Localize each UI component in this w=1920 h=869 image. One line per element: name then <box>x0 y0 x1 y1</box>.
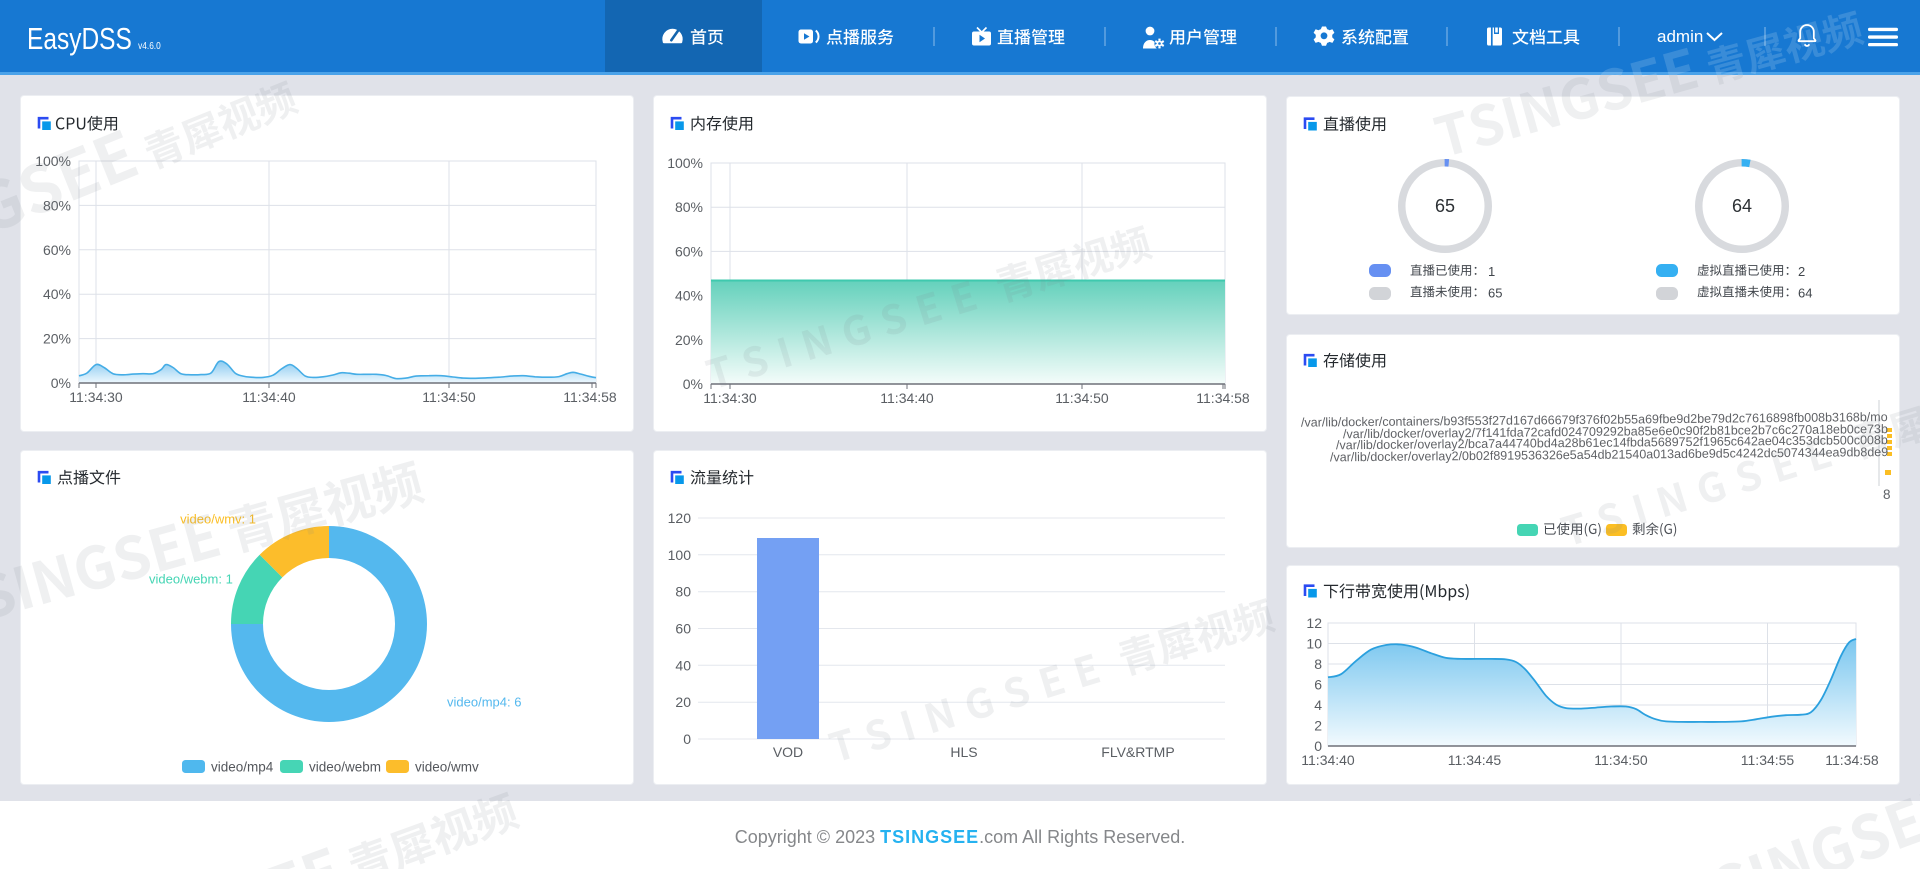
svg-text:80%: 80% <box>43 197 71 213</box>
svg-text:64: 64 <box>1732 196 1752 216</box>
svg-text:11:34:40: 11:34:40 <box>1301 752 1355 768</box>
svg-text:20%: 20% <box>43 331 71 347</box>
svg-text:120: 120 <box>668 510 692 526</box>
svg-text:video/mp4: video/mp4 <box>211 760 274 775</box>
svg-text:11:34:50: 11:34:50 <box>422 389 476 405</box>
svg-text:60: 60 <box>675 621 691 637</box>
svg-text:video/mp4: 6: video/mp4: 6 <box>447 695 521 710</box>
svg-text:100%: 100% <box>35 153 71 169</box>
svg-text:6: 6 <box>1314 677 1322 693</box>
svg-text:10: 10 <box>1306 636 1322 652</box>
svg-text:11:34:30: 11:34:30 <box>703 390 757 406</box>
svg-text:0%: 0% <box>51 375 71 391</box>
svg-text:FLV&RTMP: FLV&RTMP <box>1101 744 1174 760</box>
svg-text:60%: 60% <box>43 242 71 258</box>
svg-text:1: 1 <box>1488 264 1495 279</box>
svg-text:11:34:40: 11:34:40 <box>880 390 934 406</box>
svg-text:40: 40 <box>675 657 691 673</box>
svg-text:11:34:55: 11:34:55 <box>1741 752 1795 768</box>
svg-text:11:34:50: 11:34:50 <box>1055 390 1109 406</box>
svg-text:0%: 0% <box>683 376 703 392</box>
svg-text:60%: 60% <box>675 243 703 259</box>
svg-text:11:34:58: 11:34:58 <box>1825 752 1879 768</box>
svg-text:4: 4 <box>1314 697 1322 713</box>
svg-text:11:34:58: 11:34:58 <box>563 389 617 405</box>
svg-text:8: 8 <box>1883 487 1891 502</box>
svg-text:100: 100 <box>668 547 692 563</box>
svg-text:65: 65 <box>1435 196 1455 216</box>
svg-text:video/wmv: 1: video/wmv: 1 <box>180 512 256 527</box>
svg-text:20: 20 <box>675 694 691 710</box>
svg-text:8: 8 <box>1314 656 1322 672</box>
svg-text:40%: 40% <box>675 288 703 304</box>
svg-text:12: 12 <box>1306 615 1322 631</box>
svg-text:0: 0 <box>683 731 691 747</box>
svg-text:64: 64 <box>1798 286 1812 301</box>
svg-text:video/wmv: video/wmv <box>415 760 479 775</box>
svg-text:40%: 40% <box>43 286 71 302</box>
svg-text:HLS: HLS <box>950 744 977 760</box>
svg-text:video/webm: 1: video/webm: 1 <box>149 572 233 587</box>
svg-text:11:34:30: 11:34:30 <box>69 389 123 405</box>
svg-text:video/webm: video/webm <box>309 760 381 775</box>
svg-text:2: 2 <box>1314 718 1322 734</box>
svg-text:2: 2 <box>1798 264 1805 279</box>
svg-text:80%: 80% <box>675 199 703 215</box>
svg-text:11:34:45: 11:34:45 <box>1448 752 1502 768</box>
svg-text:20%: 20% <box>675 332 703 348</box>
svg-text:65: 65 <box>1488 286 1502 301</box>
svg-text:100%: 100% <box>667 155 703 171</box>
svg-text:11:34:50: 11:34:50 <box>1594 752 1648 768</box>
svg-text:80: 80 <box>675 584 691 600</box>
svg-text:11:34:40: 11:34:40 <box>242 389 296 405</box>
svg-text:11:34:58: 11:34:58 <box>1196 390 1250 406</box>
svg-text:VOD: VOD <box>773 744 803 760</box>
